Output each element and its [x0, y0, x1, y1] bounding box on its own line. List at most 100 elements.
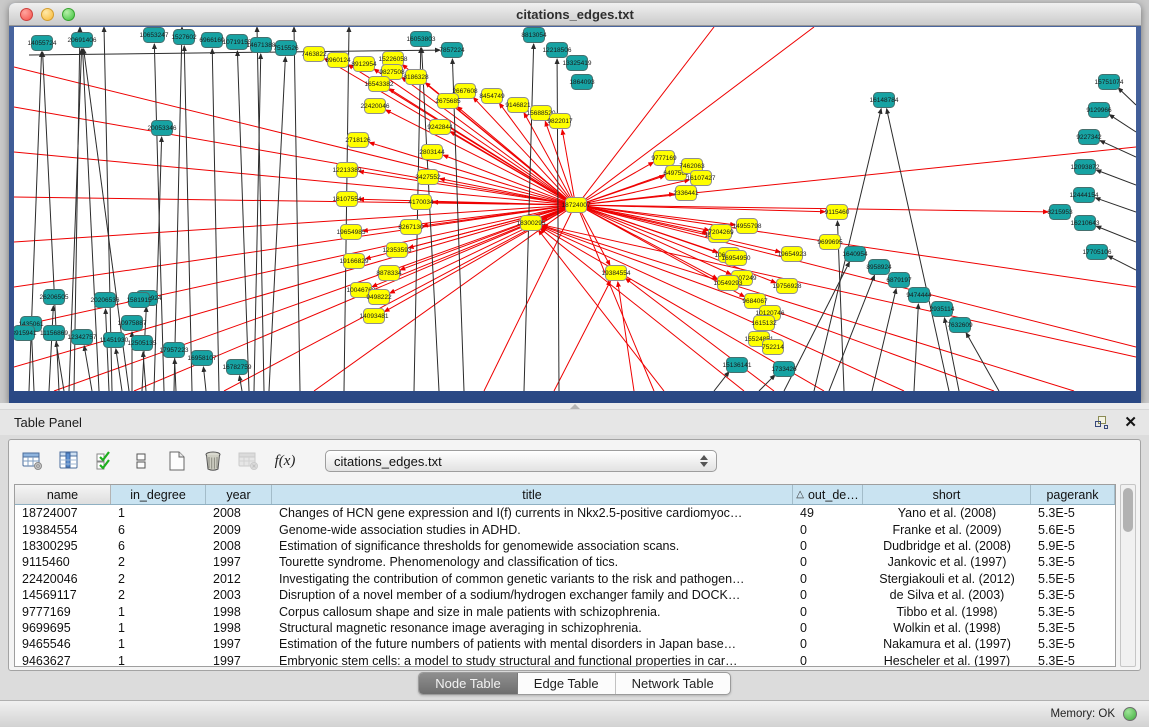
table-cell[interactable]: 1: [111, 605, 206, 619]
graph-node[interactable]: 10975887: [118, 316, 147, 331]
graph-node[interactable]: 16148784: [870, 93, 899, 108]
graph-node[interactable]: 1527602: [171, 30, 197, 45]
graph-node[interactable]: 19166829: [340, 254, 369, 269]
graph-node[interactable]: 9474444: [906, 288, 932, 303]
graph-node[interactable]: 752214: [762, 340, 784, 355]
graph-node[interactable]: 19654985: [337, 225, 366, 240]
graph-node[interactable]: 16958107: [188, 351, 217, 366]
graph-node[interactable]: 11451930: [100, 333, 129, 348]
table-cell[interactable]: Yano et al. (2008): [863, 506, 1031, 520]
table-vertical-scrollbar[interactable]: [1120, 484, 1136, 667]
graph-node[interactable]: 19384554: [602, 266, 631, 281]
table-cell[interactable]: 9115460: [15, 555, 111, 569]
graph-node[interactable]: 16543382: [365, 77, 394, 92]
close-window-icon[interactable]: [20, 8, 33, 21]
graph-node[interactable]: 12505135: [128, 336, 157, 351]
graph-node[interactable]: 17705106: [1083, 245, 1112, 260]
minimize-window-icon[interactable]: [41, 8, 54, 21]
delete-column-icon[interactable]: [199, 447, 227, 475]
graph-node[interactable]: 8267130: [398, 220, 424, 235]
table-row[interactable]: 1872400712008Changes of HCN gene express…: [15, 505, 1115, 521]
float-window-icon[interactable]: [1095, 416, 1108, 429]
graph-node[interactable]: 9498222: [366, 290, 392, 305]
table-row[interactable]: 977716911998Corpus callosum shape and si…: [15, 603, 1115, 619]
table-cell[interactable]: 2008: [206, 506, 272, 520]
graph-node[interactable]: 3915941: [14, 326, 37, 341]
graph-node[interactable]: 18724007: [562, 198, 591, 213]
table-cell[interactable]: 1: [111, 506, 206, 520]
table-cell[interactable]: 14569117: [15, 588, 111, 602]
graph-node[interactable]: 2718126: [345, 133, 371, 148]
graph-node[interactable]: 6966160: [199, 33, 225, 48]
graph-node[interactable]: 18107554: [333, 192, 362, 207]
table-cell[interactable]: 1: [111, 654, 206, 667]
column-header-pagerank[interactable]: pagerank: [1031, 485, 1115, 504]
table-cell[interactable]: 2009: [206, 523, 272, 537]
graph-node[interactable]: 14093481: [360, 309, 389, 324]
table-cell[interactable]: Changes of HCN gene expression and I(f) …: [272, 506, 793, 520]
zoom-window-icon[interactable]: [62, 8, 75, 21]
graph-node[interactable]: 8958924: [866, 260, 892, 275]
table-row[interactable]: 946362711997Embryonic stem cells: a mode…: [15, 653, 1115, 667]
table-cell[interactable]: 0: [793, 621, 863, 635]
graph-node[interactable]: 9777169: [651, 151, 677, 166]
table-cell[interactable]: Tibbo et al. (1998): [863, 605, 1031, 619]
table-cell[interactable]: 0: [793, 605, 863, 619]
table-cell[interactable]: 5.5E-5: [1031, 572, 1115, 586]
graph-node[interactable]: 14055724: [28, 36, 57, 51]
network-svg[interactable]: 1872400774638228960124891295415226058982…: [14, 27, 1136, 391]
graph-node[interactable]: 15751074: [1095, 75, 1124, 90]
graph-node[interactable]: 12444154: [1070, 188, 1099, 203]
table-cell[interactable]: 0: [793, 637, 863, 651]
table-cell[interactable]: 1997: [206, 654, 272, 667]
table-row[interactable]: 1456911722003Disruption of a novel membe…: [15, 587, 1115, 603]
table-cell[interactable]: Investigating the contribution of common…: [272, 572, 793, 586]
table-row[interactable]: 2242004622012Investigating the contribut…: [15, 571, 1115, 587]
scrollbar-thumb[interactable]: [1123, 488, 1133, 532]
table-cell[interactable]: 0: [793, 555, 863, 569]
column-header-name[interactable]: name: [15, 485, 111, 504]
graph-node[interactable]: 16053803: [407, 32, 436, 47]
table-cell[interactable]: 18300295: [15, 539, 111, 553]
column-header-title[interactable]: title: [272, 485, 793, 504]
graph-node[interactable]: 14671388: [247, 38, 276, 53]
graph-node[interactable]: 12218506: [543, 43, 572, 58]
table-cell[interactable]: 18724007: [15, 506, 111, 520]
table-cell[interactable]: 1997: [206, 555, 272, 569]
table-cell[interactable]: 1998: [206, 605, 272, 619]
graph-node[interactable]: 9227342: [1076, 130, 1102, 145]
graph-node[interactable]: 16107427: [687, 171, 716, 186]
graph-node[interactable]: 8960124: [325, 53, 351, 68]
table-cell[interactable]: Corpus callosum shape and size in male p…: [272, 605, 793, 619]
delete-table-icon-disabled[interactable]: [235, 447, 263, 475]
table-cell[interactable]: Jankovic et al. (1997): [863, 555, 1031, 569]
graph-node[interactable]: 9129966: [1086, 103, 1112, 118]
table-cell[interactable]: Nakamura et al. (1997): [863, 637, 1031, 651]
graph-node[interactable]: 17957223: [160, 343, 189, 358]
graph-node[interactable]: 8215953: [1047, 205, 1073, 220]
table-row[interactable]: 911546021997Tourette syndrome. Phenomeno…: [15, 554, 1115, 570]
graph-node[interactable]: 20053346: [148, 121, 177, 136]
graph-node[interactable]: 9822017: [547, 114, 573, 129]
table-cell[interactable]: Embryonic stem cells: a model to study s…: [272, 654, 793, 667]
graph-node[interactable]: 20691406: [68, 33, 97, 48]
table-select-dropdown[interactable]: citations_edges.txt: [325, 450, 717, 472]
graph-node[interactable]: 2336441: [673, 186, 699, 201]
table-cell[interactable]: Structural magnetic resonance image aver…: [272, 621, 793, 635]
table-cell[interactable]: 5.3E-5: [1031, 588, 1115, 602]
table-cell[interactable]: 6: [111, 539, 206, 553]
table-cell[interactable]: Stergiakouli et al. (2012): [863, 572, 1031, 586]
table-cell[interactable]: 9699695: [15, 621, 111, 635]
table-cell[interactable]: 1997: [206, 637, 272, 651]
column-header-short[interactable]: short: [863, 485, 1031, 504]
table-row[interactable]: 969969511998Structural magnetic resonanc…: [15, 620, 1115, 636]
table-cell[interactable]: 5.3E-5: [1031, 506, 1115, 520]
table-cell[interactable]: 1: [111, 637, 206, 651]
table-row[interactable]: 946554611997Estimation of the future num…: [15, 636, 1115, 652]
graph-node[interactable]: 15136141: [723, 358, 752, 373]
table-cell[interactable]: 0: [793, 588, 863, 602]
table-cell[interactable]: Franke et al. (2009): [863, 523, 1031, 537]
table-row[interactable]: 1938455462009Genome-wide association stu…: [15, 521, 1115, 537]
graph-node[interactable]: 7857224: [439, 43, 465, 58]
function-builder-icon[interactable]: f(x): [271, 447, 299, 475]
